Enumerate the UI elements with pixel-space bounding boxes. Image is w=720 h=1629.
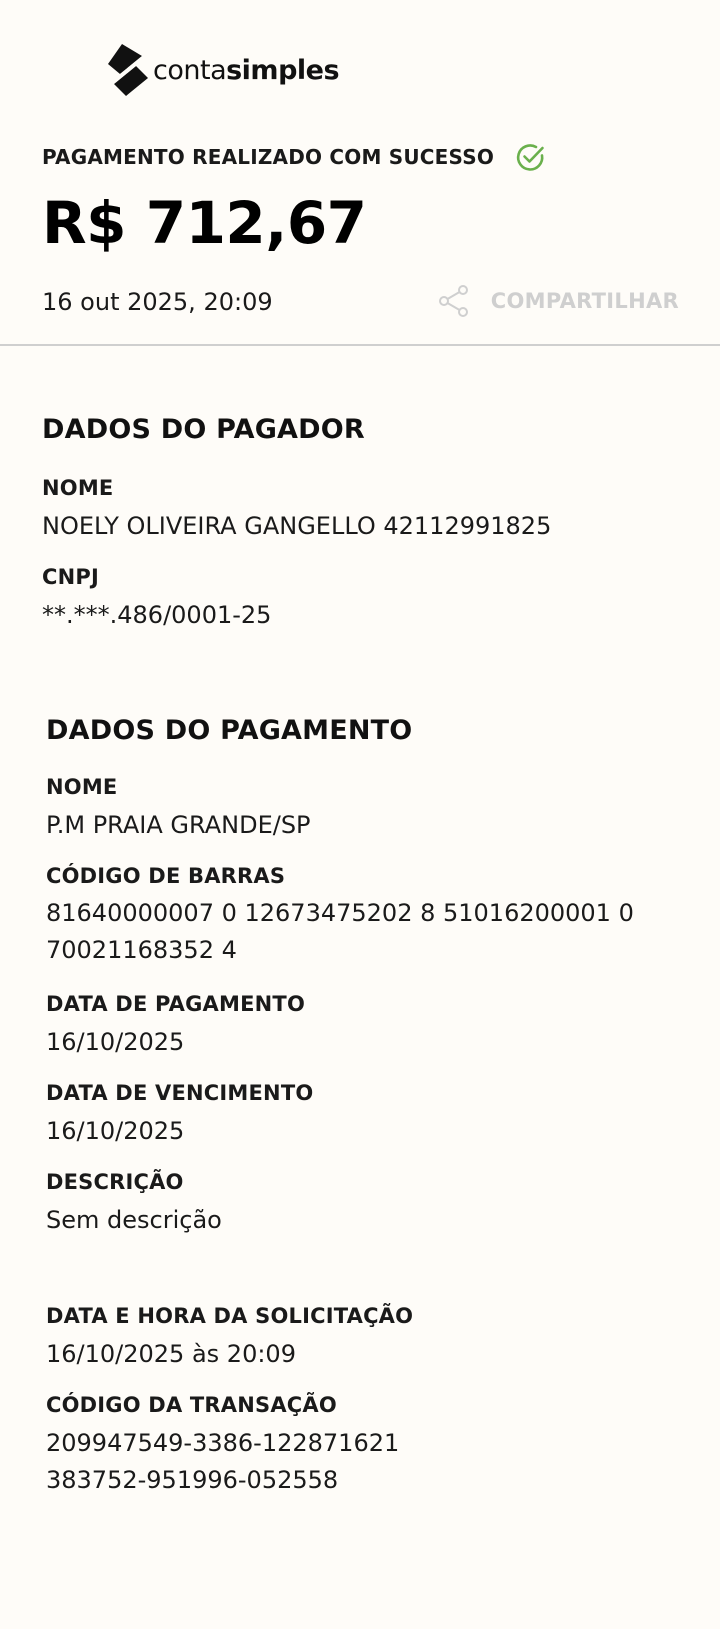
payer-cnpj-label: CNPJ [42, 565, 99, 589]
payment-name-label: NOME [46, 775, 118, 799]
share-label: COMPARTILHAR [490, 289, 679, 313]
barcode-label: CÓDIGO DE BARRAS [46, 864, 286, 888]
payment-section-title: DADOS DO PAGAMENTO [46, 715, 413, 746]
transaction-code-label: CÓDIGO DA TRANSAÇÃO [46, 1393, 337, 1417]
barcode-value-line1: 81640000007 0 12673475202 8 51016200001 … [46, 899, 634, 927]
description-value: Sem descrição [46, 1206, 222, 1234]
description-label: DESCRIÇÃO [46, 1170, 184, 1194]
header-divider [0, 344, 720, 346]
due-date-label: DATA DE VENCIMENTO [46, 1081, 314, 1105]
payment-name-value: P.M PRAIA GRANDE/SP [46, 811, 311, 839]
brand-logo: contasimples [108, 44, 340, 96]
payment-status: PAGAMENTO REALIZADO COM SUCESSO [42, 141, 547, 173]
conta-simples-logo-icon [108, 44, 148, 96]
payment-date-label: DATA DE PAGAMENTO [46, 992, 305, 1016]
payment-amount: R$ 712,67 [42, 189, 367, 257]
payer-section-title: DADOS DO PAGADOR [42, 414, 365, 445]
request-datetime-label: DATA E HORA DA SOLICITAÇÃO [46, 1304, 414, 1328]
share-icon [438, 285, 468, 317]
brand-name-bold: simples [226, 54, 340, 86]
transaction-code-line1: 209947549-3386-122871621 [46, 1429, 400, 1457]
payment-date-value: 16/10/2025 [46, 1028, 185, 1056]
brand-name: contasimples [153, 54, 340, 86]
brand-name-light: conta [153, 54, 227, 86]
payer-cnpj-value: **.***.486/0001-25 [42, 601, 272, 629]
due-date-value: 16/10/2025 [46, 1117, 185, 1145]
transaction-code-line2: 383752-951996-052558 [46, 1466, 339, 1494]
check-circle-icon [516, 144, 544, 171]
request-datetime-value: 16/10/2025 às 20:09 [46, 1340, 296, 1368]
share-button[interactable]: COMPARTILHAR [438, 285, 679, 317]
barcode-value-line2: 70021168352 4 [46, 936, 237, 964]
payer-name-label: NOME [42, 476, 114, 500]
payer-name-value: NOELY OLIVEIRA GANGELLO 42112991825 [42, 512, 552, 540]
payment-datetime: 16 out 2025, 20:09 [42, 288, 273, 316]
status-text: PAGAMENTO REALIZADO COM SUCESSO [42, 145, 495, 169]
